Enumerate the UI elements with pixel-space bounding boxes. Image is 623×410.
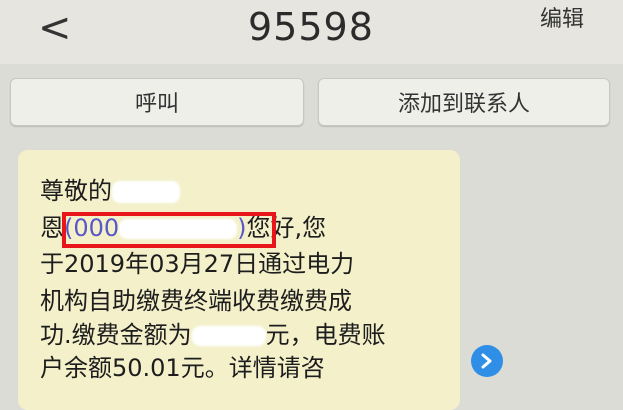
top-bar: < 95598 编辑 [0,0,623,64]
call-button[interactable]: 呼叫 [10,78,304,126]
payment-tail: 元，电费账 [265,321,386,349]
greeting-suffix: 恩 [40,214,64,242]
conversation-title: 95598 [248,5,374,49]
message-line-3: 于2019年03月27日通过电力 [40,250,355,278]
message-line-4: 机构自助缴费终端收费缴费成 [40,287,352,315]
back-button[interactable]: < [38,4,72,52]
redacted-name [112,181,180,203]
edit-button[interactable]: 编辑 [540,4,584,36]
message-line-6: 户余额50.01元。详情请咨 [40,354,325,382]
call-button-label: 呼叫 [134,92,179,117]
next-arrow-button[interactable] [471,345,503,377]
add-to-contacts-label: 添加到联系人 [397,92,530,117]
message-bubble: 尊敬的 恩(000)您好,您 于2019年03月27日通过电力 机构自助缴费终端… [18,150,460,410]
redacted-amount [191,326,266,346]
payment-amount-label: 功.缴费金额为 [40,321,192,349]
chevron-right-icon [481,353,492,369]
add-to-contacts-button[interactable]: 添加到联系人 [318,78,610,126]
account-highlight-box [62,212,276,248]
greeting-text: 尊敬的 [40,177,112,205]
message-line-1: 尊敬的 [40,174,180,208]
message-line-5: 功.缴费金额为 元，电费账 [40,318,386,352]
